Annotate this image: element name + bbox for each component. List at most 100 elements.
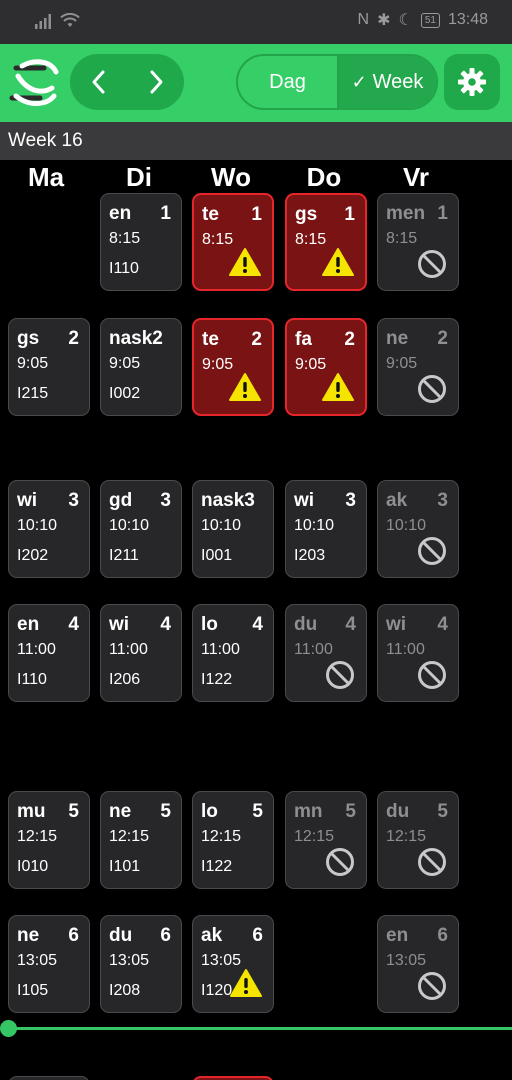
lesson-cell[interactable]: gs 1 8:15 bbox=[285, 193, 367, 291]
cancelled-icon bbox=[324, 659, 356, 691]
lesson-subject: du bbox=[294, 614, 318, 635]
lesson-hour: 5 bbox=[68, 801, 79, 822]
lesson-time: 12:15 bbox=[386, 828, 427, 845]
lesson-cell-partial[interactable] bbox=[8, 1076, 90, 1080]
lesson-cell-partial[interactable] bbox=[192, 1076, 274, 1080]
cancelled-icon bbox=[416, 248, 448, 280]
lesson-cell[interactable]: te 1 8:15 bbox=[192, 193, 274, 291]
lesson-room: I206 bbox=[109, 671, 141, 688]
lesson-hour: 1 bbox=[344, 204, 355, 225]
lesson-time: 9:05 bbox=[109, 355, 141, 372]
lesson-time: 12:15 bbox=[109, 828, 150, 845]
lesson-hour: 3 bbox=[68, 490, 79, 511]
cancelled-icon bbox=[324, 846, 356, 878]
lesson-cell[interactable]: mn 5 12:15 bbox=[285, 791, 367, 889]
lesson-subject: gs bbox=[17, 328, 40, 349]
lesson-hour: 6 bbox=[68, 925, 79, 946]
lesson-hour: 5 bbox=[252, 801, 263, 822]
cancelled-icon bbox=[416, 373, 448, 405]
lesson-time: 12:15 bbox=[17, 828, 58, 845]
lesson-hour: 4 bbox=[345, 614, 356, 635]
week-bar: Week 16 bbox=[0, 122, 512, 160]
day-header-wo: Wo bbox=[211, 162, 251, 192]
day-header-di: Di bbox=[126, 162, 152, 192]
lesson-cell[interactable]: gd 3 10:10 I211 bbox=[100, 480, 182, 578]
lesson-cell[interactable]: en 1 8:15 I110 bbox=[100, 193, 182, 291]
settings-button[interactable] bbox=[444, 54, 500, 110]
lesson-subject: en bbox=[17, 614, 40, 635]
lesson-room: I101 bbox=[109, 858, 141, 875]
week-label: Week 16 bbox=[8, 130, 83, 151]
lesson-time: 10:10 bbox=[17, 517, 58, 534]
lesson-cell[interactable]: du 4 11:00 bbox=[285, 604, 367, 702]
lesson-hour: 1 bbox=[437, 203, 448, 224]
lesson-room: I202 bbox=[17, 547, 49, 564]
lesson-cell[interactable]: te 2 9:05 bbox=[192, 318, 274, 416]
lesson-cell[interactable]: ne 2 9:05 bbox=[377, 318, 459, 416]
lesson-cell[interactable]: ak 6 13:05 I120 bbox=[192, 915, 274, 1013]
status-bar: N ✱ ☾ 51 13:48 bbox=[0, 0, 512, 44]
lesson-cell[interactable]: en 6 13:05 bbox=[377, 915, 459, 1013]
lesson-cell[interactable]: wi 3 10:10 I202 bbox=[8, 480, 90, 578]
lesson-subject: wi bbox=[109, 614, 130, 635]
lesson-hour: 4 bbox=[160, 614, 171, 635]
day-header-do: Do bbox=[306, 162, 342, 192]
lesson-cell[interactable]: ak 3 10:10 bbox=[377, 480, 459, 578]
lesson-cell[interactable]: en 4 11:00 I110 bbox=[8, 604, 90, 702]
lesson-hour: 2 bbox=[437, 328, 448, 349]
lesson-room: I203 bbox=[294, 547, 326, 564]
lesson-hour: 6 bbox=[160, 925, 171, 946]
app-logo[interactable] bbox=[8, 58, 62, 108]
lesson-cell[interactable]: men 1 8:15 bbox=[377, 193, 459, 291]
lesson-cell[interactable]: fa 2 9:05 bbox=[285, 318, 367, 416]
lesson-subject: du bbox=[386, 801, 410, 822]
lesson-cell[interactable]: ne 6 13:05 I105 bbox=[8, 915, 90, 1013]
lesson-time: 12:15 bbox=[294, 828, 335, 845]
lesson-hour: 2 bbox=[68, 328, 79, 349]
warning-icon bbox=[321, 247, 355, 277]
lesson-subject: wi bbox=[294, 490, 315, 511]
next-week-button[interactable] bbox=[127, 54, 184, 110]
day-header-vr: Vr bbox=[402, 162, 430, 192]
lesson-hour: 3 bbox=[437, 490, 448, 511]
lesson-cell[interactable]: du 5 12:15 bbox=[377, 791, 459, 889]
lesson-cell[interactable]: wi 3 10:10 I203 bbox=[285, 480, 367, 578]
clock: 13:48 bbox=[447, 11, 488, 28]
lesson-cell[interactable]: lo 5 12:15 I122 bbox=[192, 791, 274, 889]
lesson-subject: en bbox=[109, 203, 132, 224]
lesson-room: I122 bbox=[201, 671, 233, 688]
lesson-time: 10:10 bbox=[109, 517, 150, 534]
lesson-cell[interactable]: gs 2 9:05 I215 bbox=[8, 318, 90, 416]
lesson-room: I002 bbox=[109, 385, 141, 402]
lesson-time: 10:10 bbox=[201, 517, 242, 534]
lesson-cell[interactable]: lo 4 11:00 I122 bbox=[192, 604, 274, 702]
week-navigation bbox=[70, 54, 184, 110]
lesson-cell[interactable]: nask2 9:05 I002 bbox=[100, 318, 182, 416]
lesson-subject: te bbox=[202, 329, 219, 350]
lesson-cell[interactable]: nask3 10:10 I001 bbox=[192, 480, 274, 578]
lesson-subject: nask2 bbox=[109, 328, 163, 349]
lesson-hour: 4 bbox=[252, 614, 263, 635]
lesson-cell[interactable]: mu 5 12:15 I010 bbox=[8, 791, 90, 889]
lesson-cell[interactable]: du 6 13:05 I208 bbox=[100, 915, 182, 1013]
lesson-time: 8:15 bbox=[386, 230, 418, 247]
lesson-cell[interactable]: ne 5 12:15 I101 bbox=[100, 791, 182, 889]
bluetooth-icon: ✱ bbox=[377, 12, 391, 29]
day-view-button[interactable]: Dag bbox=[238, 56, 337, 108]
lesson-hour: 4 bbox=[437, 614, 448, 635]
previous-week-button[interactable] bbox=[70, 54, 127, 110]
lesson-time: 9:05 bbox=[17, 355, 49, 372]
lesson-time: 10:10 bbox=[386, 517, 427, 534]
lesson-time: 11:00 bbox=[109, 641, 148, 658]
lesson-subject: ak bbox=[386, 490, 408, 511]
lesson-room: I211 bbox=[109, 547, 139, 564]
lesson-hour: 1 bbox=[160, 203, 171, 224]
cancelled-icon bbox=[416, 970, 448, 1002]
lesson-cell[interactable]: wi 4 11:00 I206 bbox=[100, 604, 182, 702]
lesson-cell[interactable]: wi 4 11:00 bbox=[377, 604, 459, 702]
lesson-subject: wi bbox=[386, 614, 407, 635]
lesson-subject: gs bbox=[295, 204, 318, 225]
lesson-room: I122 bbox=[201, 858, 233, 875]
week-view-button[interactable]: ✓ Week bbox=[337, 56, 436, 108]
lesson-hour: 4 bbox=[68, 614, 79, 635]
